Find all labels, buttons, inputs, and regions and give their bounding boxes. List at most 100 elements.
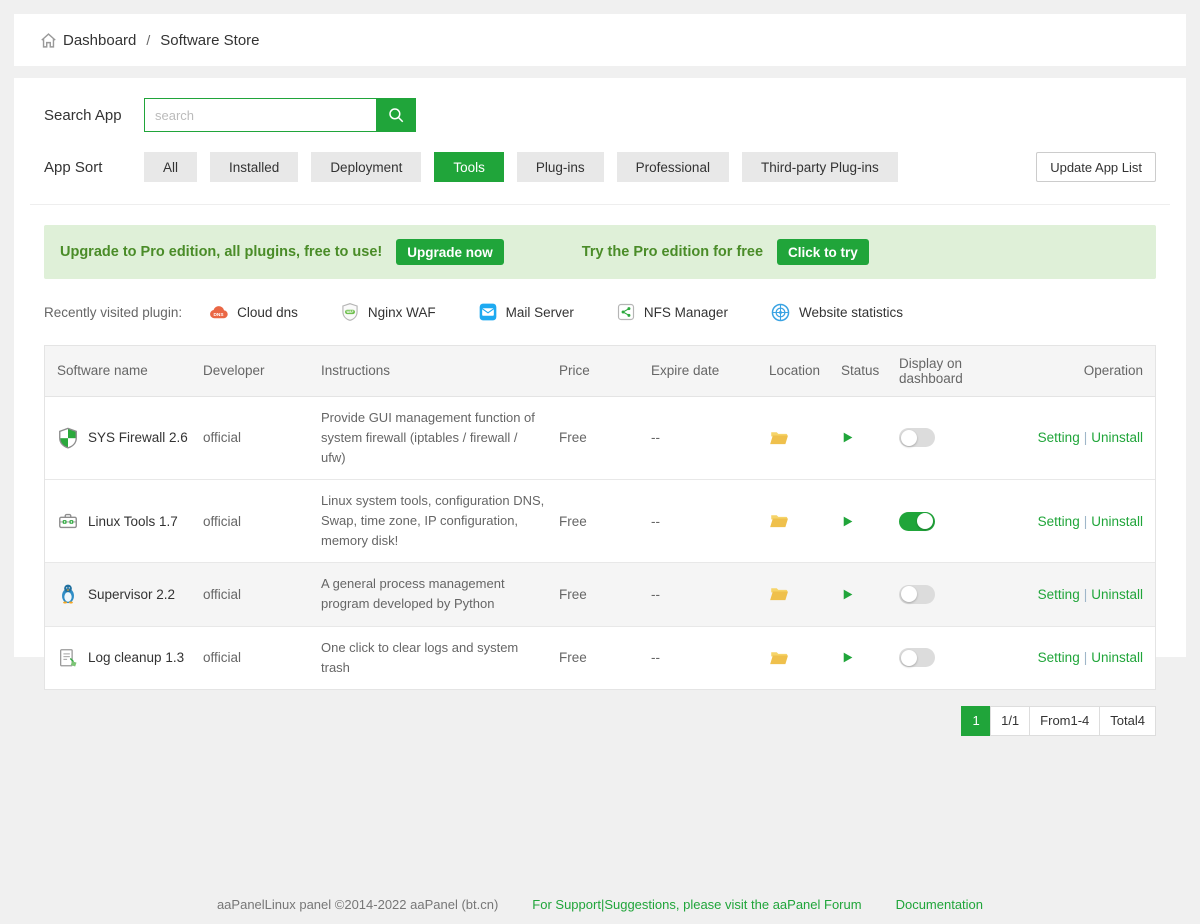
update-app-list-button[interactable]: Update App List	[1036, 152, 1156, 182]
search-box	[144, 98, 416, 132]
pro-upgrade-banner: Upgrade to Pro edition, all plugins, fre…	[44, 225, 1156, 279]
breadcrumb-separator: /	[146, 32, 150, 48]
recently-visited-row: Recently visited plugin: DNS Cloud dns W…	[44, 297, 1156, 327]
sys-firewall-icon	[57, 427, 79, 449]
page-range: From1-4	[1029, 706, 1100, 736]
home-icon	[40, 32, 57, 49]
app-sort-tab-professional[interactable]: Professional	[617, 152, 729, 182]
app-sort-tab-installed[interactable]: Installed	[210, 152, 298, 182]
display-on-dashboard-toggle[interactable]	[899, 428, 935, 447]
operation-separator: |	[1084, 430, 1088, 445]
developer: official	[203, 626, 321, 689]
status-running-icon[interactable]	[841, 588, 891, 601]
uninstall-link[interactable]: Uninstall	[1091, 430, 1143, 445]
price: Free	[559, 563, 651, 626]
instructions: One click to clear logs and system trash	[321, 626, 559, 689]
col-status: Status	[841, 346, 899, 396]
search-label: Search App	[44, 107, 144, 124]
table-row-log-cleanup: Log cleanup 1.3 official One click to cl…	[45, 626, 1155, 689]
setting-link[interactable]: Setting	[1038, 514, 1080, 529]
app-sort-tab-deployment[interactable]: Deployment	[311, 152, 421, 182]
software-name[interactable]: Log cleanup 1.3	[88, 650, 184, 665]
breadcrumb-dashboard[interactable]: Dashboard	[40, 32, 136, 49]
recent-plugin-nfs-manager[interactable]: NFS Manager	[616, 302, 728, 322]
app-sort-tab-thirdparty[interactable]: Third-party Plug-ins	[742, 152, 898, 182]
copyright-text: aaPanelLinux panel ©2014-2022 aaPanel (b…	[217, 897, 498, 912]
expire-date: --	[651, 563, 769, 626]
page-footer: aaPanelLinux panel ©2014-2022 aaPanel (b…	[0, 897, 1200, 912]
col-software-name: Software name	[45, 346, 203, 396]
folder-icon[interactable]	[769, 512, 833, 530]
col-instructions: Instructions	[321, 346, 559, 396]
table-row-sys-firewall: SYS Firewall 2.6 official Provide GUI ma…	[45, 396, 1155, 479]
breadcrumb-dashboard-label: Dashboard	[63, 32, 136, 49]
app-sort-tab-all[interactable]: All	[144, 152, 197, 182]
developer: official	[203, 563, 321, 626]
nginx-waf-icon: WAF	[340, 302, 360, 322]
table-header-row: Software name Developer Instructions Pri…	[45, 346, 1155, 396]
operation-separator: |	[1084, 514, 1088, 529]
col-operation: Operation	[1015, 346, 1155, 396]
breadcrumb: Dashboard / Software Store	[14, 14, 1186, 66]
instructions: Linux system tools, configuration DNS, S…	[321, 479, 559, 562]
setting-link[interactable]: Setting	[1038, 650, 1080, 665]
forum-link[interactable]: For Support|Suggestions, please visit th…	[532, 897, 861, 912]
status-running-icon[interactable]	[841, 515, 891, 528]
search-row: Search App	[44, 98, 1170, 132]
col-price: Price	[559, 346, 651, 396]
recent-plugin-cloud-dns[interactable]: DNS Cloud dns	[208, 302, 298, 323]
operation-separator: |	[1084, 650, 1088, 665]
status-running-icon[interactable]	[841, 651, 891, 664]
search-button[interactable]	[376, 98, 416, 132]
page-total: Total4	[1099, 706, 1156, 736]
page-indicator: 1/1	[990, 706, 1030, 736]
page-title: Software Store	[160, 32, 259, 49]
app-sort-tab-plugins[interactable]: Plug-ins	[517, 152, 604, 182]
app-sort-tab-tools[interactable]: Tools	[434, 152, 504, 182]
expire-date: --	[651, 479, 769, 562]
svg-text:WAF: WAF	[346, 310, 353, 314]
software-name[interactable]: Linux Tools 1.7	[88, 514, 178, 529]
website-statistics-icon	[770, 302, 791, 323]
folder-icon[interactable]	[769, 585, 833, 603]
developer: official	[203, 479, 321, 562]
click-to-try-button[interactable]: Click to try	[777, 239, 869, 265]
svg-text:DNS: DNS	[214, 312, 224, 318]
software-name[interactable]: SYS Firewall 2.6	[88, 430, 188, 445]
cloud-dns-icon: DNS	[208, 302, 229, 323]
recent-plugin-mail-server[interactable]: Mail Server	[478, 302, 574, 322]
col-developer: Developer	[203, 346, 321, 396]
uninstall-link[interactable]: Uninstall	[1091, 514, 1143, 529]
expire-date: --	[651, 396, 769, 479]
setting-link[interactable]: Setting	[1038, 587, 1080, 602]
upgrade-text: Upgrade to Pro edition, all plugins, fre…	[60, 244, 382, 260]
upgrade-now-button[interactable]: Upgrade now	[396, 239, 504, 265]
display-on-dashboard-toggle[interactable]	[899, 585, 935, 604]
operation-separator: |	[1084, 587, 1088, 602]
col-display-on-dashboard: Display on dashboard	[899, 346, 1015, 396]
log-cleanup-icon	[57, 647, 79, 669]
recent-plugin-nginx-waf[interactable]: WAF Nginx WAF	[340, 302, 436, 322]
software-name[interactable]: Supervisor 2.2	[88, 587, 175, 602]
setting-link[interactable]: Setting	[1038, 430, 1080, 445]
linux-tools-icon	[57, 510, 79, 532]
search-input[interactable]	[144, 98, 376, 132]
pagination: 1 1/1 From1-4 Total4	[30, 706, 1156, 736]
software-table: Software name Developer Instructions Pri…	[44, 345, 1156, 690]
app-sort-label: App Sort	[44, 159, 144, 176]
uninstall-link[interactable]: Uninstall	[1091, 650, 1143, 665]
display-on-dashboard-toggle[interactable]	[899, 648, 935, 667]
recently-visited-label: Recently visited plugin:	[44, 305, 182, 320]
status-running-icon[interactable]	[841, 431, 891, 444]
page-1-button[interactable]: 1	[961, 706, 991, 736]
price: Free	[559, 479, 651, 562]
uninstall-link[interactable]: Uninstall	[1091, 587, 1143, 602]
folder-icon[interactable]	[769, 429, 833, 447]
documentation-link[interactable]: Documentation	[896, 897, 983, 912]
folder-icon[interactable]	[769, 649, 833, 667]
display-on-dashboard-toggle[interactable]	[899, 512, 935, 531]
divider	[30, 204, 1170, 205]
mail-server-icon	[478, 302, 498, 322]
app-sort-tabs: All Installed Deployment Tools Plug-ins …	[144, 152, 898, 182]
recent-plugin-website-statistics[interactable]: Website statistics	[770, 302, 903, 323]
